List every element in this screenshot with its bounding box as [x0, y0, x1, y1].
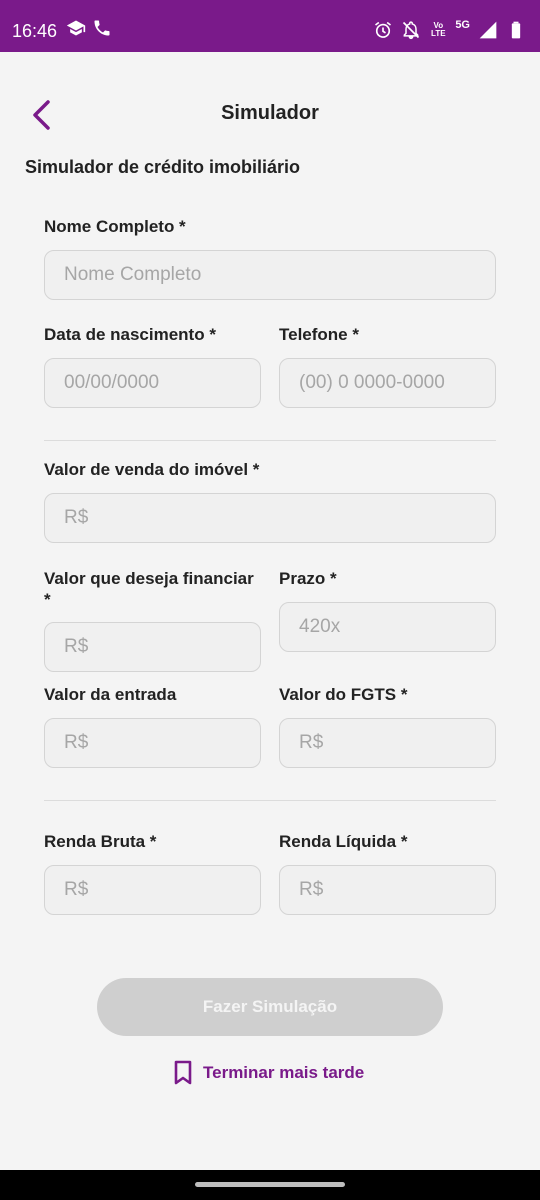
- alarm-icon: [373, 20, 393, 40]
- net-income-input[interactable]: R$: [279, 865, 496, 915]
- term-label: Prazo *: [279, 569, 337, 588]
- fgts-input[interactable]: R$: [279, 718, 496, 768]
- down-payment-placeholder: R$: [64, 732, 89, 753]
- term-input[interactable]: 420x: [279, 602, 496, 652]
- phone-placeholder: (00) 0 0000-0000: [299, 372, 445, 393]
- property-value-label: Valor de venda do imóvel *: [44, 460, 260, 479]
- full-name-label: Nome Completo *: [44, 217, 186, 236]
- gross-income-input[interactable]: R$: [44, 865, 261, 915]
- full-name-input[interactable]: Nome Completo: [44, 250, 496, 300]
- signal-icon: [478, 20, 498, 40]
- down-payment-input[interactable]: R$: [44, 718, 261, 768]
- status-left-icons: [66, 18, 112, 38]
- status-time: 16:46: [12, 21, 58, 41]
- phone-icon: [92, 18, 112, 38]
- down-payment-label: Valor da entrada: [44, 685, 177, 704]
- fgts-label: Valor do FGTS *: [279, 685, 408, 704]
- financing-value-placeholder: R$: [64, 636, 89, 657]
- home-indicator[interactable]: [195, 1182, 345, 1187]
- financing-value-input[interactable]: R$: [44, 622, 261, 672]
- property-value-input[interactable]: R$: [44, 493, 496, 543]
- notifications-off-icon: [401, 20, 421, 40]
- finish-later-link[interactable]: Terminar mais tarde: [173, 1060, 364, 1086]
- full-name-placeholder: Nome Completo: [64, 264, 202, 285]
- simulate-button[interactable]: Fazer Simulação: [97, 978, 443, 1036]
- app-header: Simulador: [0, 90, 540, 140]
- property-value-placeholder: R$: [64, 507, 89, 528]
- financing-value-label-line2: *: [44, 590, 51, 609]
- page-title: Simulador: [221, 102, 319, 124]
- simulate-button-label: Fazer Simulação: [202, 997, 338, 1016]
- graduation-cap-icon: [66, 18, 86, 38]
- gross-income-label: Renda Bruta *: [44, 832, 157, 851]
- status-bar: 16:46 Vo LTE 5G: [0, 0, 540, 52]
- gross-income-placeholder: R$: [64, 879, 89, 900]
- battery-icon: [506, 20, 526, 40]
- divider: [44, 800, 496, 801]
- network-type: 5G: [455, 19, 470, 31]
- financing-value-label: Valor que deseja financiar *: [44, 568, 264, 610]
- birth-date-input[interactable]: 00/00/0000: [44, 358, 261, 408]
- birth-date-placeholder: 00/00/0000: [64, 372, 160, 393]
- term-placeholder: 420x: [299, 616, 341, 637]
- financing-value-label-line1: Valor que deseja financiar: [44, 569, 254, 588]
- birth-date-label: Data de nascimento *: [44, 325, 216, 344]
- fgts-placeholder: R$: [299, 732, 324, 753]
- status-right-icons: Vo LTE 5G: [373, 19, 526, 40]
- net-income-placeholder: R$: [299, 879, 324, 900]
- section-title: Simulador de crédito imobiliário: [25, 157, 301, 177]
- volte-icon: Vo LTE: [431, 21, 446, 38]
- phone-input[interactable]: (00) 0 0000-0000: [279, 358, 496, 408]
- phone-label: Telefone *: [279, 325, 359, 344]
- divider: [44, 440, 496, 441]
- finish-later-label: Terminar mais tarde: [203, 1063, 365, 1082]
- net-income-label: Renda Líquida *: [279, 832, 408, 851]
- bookmark-icon: [174, 1060, 192, 1085]
- navigation-bar: [0, 1170, 540, 1200]
